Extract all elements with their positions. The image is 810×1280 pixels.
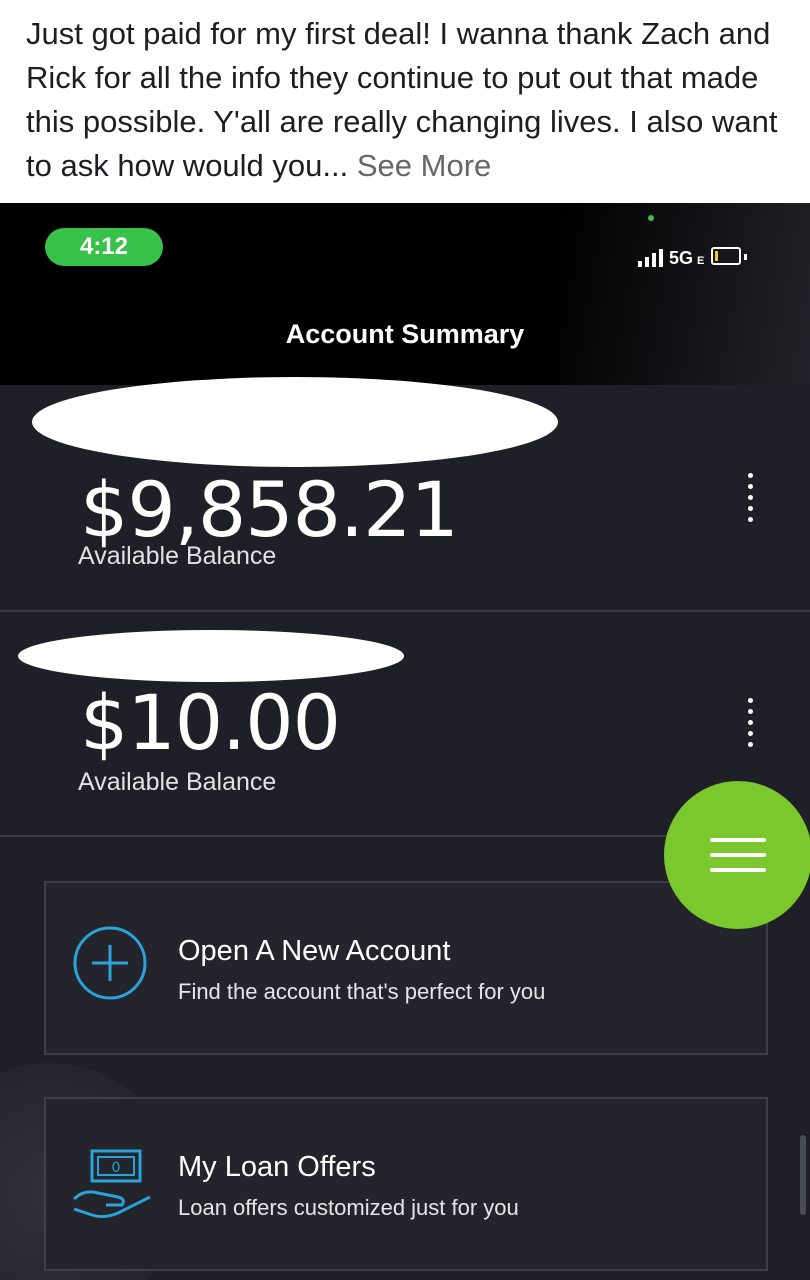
- status-indicators: 5G E: [638, 241, 748, 268]
- open-account-card[interactable]: Open A New Account Find the account that…: [44, 881, 768, 1055]
- hamburger-icon: [710, 838, 766, 842]
- menu-fab-button[interactable]: [664, 781, 810, 929]
- svg-text:0: 0: [112, 1160, 121, 1176]
- post-text-block: Just got paid for my first deal! I wanna…: [26, 12, 796, 188]
- network-label: 5G: [669, 248, 694, 268]
- page-title: Account Summary: [285, 319, 525, 349]
- money-hand-icon: 0: [72, 1149, 151, 1219]
- more-options-icon[interactable]: [735, 473, 765, 522]
- card-subtitle: Loan offers customized just for you: [178, 1195, 519, 1220]
- app-header: 4:12 5G E Account Summary: [0, 203, 810, 385]
- indicator-dot: [648, 215, 654, 221]
- card-subtitle: Find the account that's perfect for you: [178, 979, 546, 1004]
- signal-icon: [638, 261, 642, 267]
- more-options-icon[interactable]: [735, 698, 765, 747]
- card-title: Open A New Account: [178, 935, 451, 967]
- account-balance: $10.00: [80, 678, 341, 767]
- network-suffix: E: [697, 255, 705, 267]
- plus-circle-icon: [73, 926, 147, 1000]
- see-more-link[interactable]: See More: [357, 148, 491, 183]
- redaction-mark: [32, 377, 558, 467]
- account-card[interactable]: $9,858.21 Available Balance: [0, 377, 810, 612]
- account-balance: $9,858.21: [80, 465, 459, 554]
- balance-label: Available Balance: [78, 542, 277, 570]
- phone-screenshot: 4:12 5G E Account Summary $9,858.21 Avai…: [0, 203, 810, 1280]
- status-time: 4:12: [45, 228, 163, 266]
- scrollbar[interactable]: [800, 1135, 806, 1215]
- balance-label: Available Balance: [78, 768, 277, 796]
- redaction-mark: [18, 630, 404, 682]
- battery-icon: [711, 247, 742, 265]
- card-title: My Loan Offers: [178, 1151, 376, 1183]
- loan-offers-card[interactable]: 0 My Loan Offers Loan offers customized …: [44, 1097, 768, 1271]
